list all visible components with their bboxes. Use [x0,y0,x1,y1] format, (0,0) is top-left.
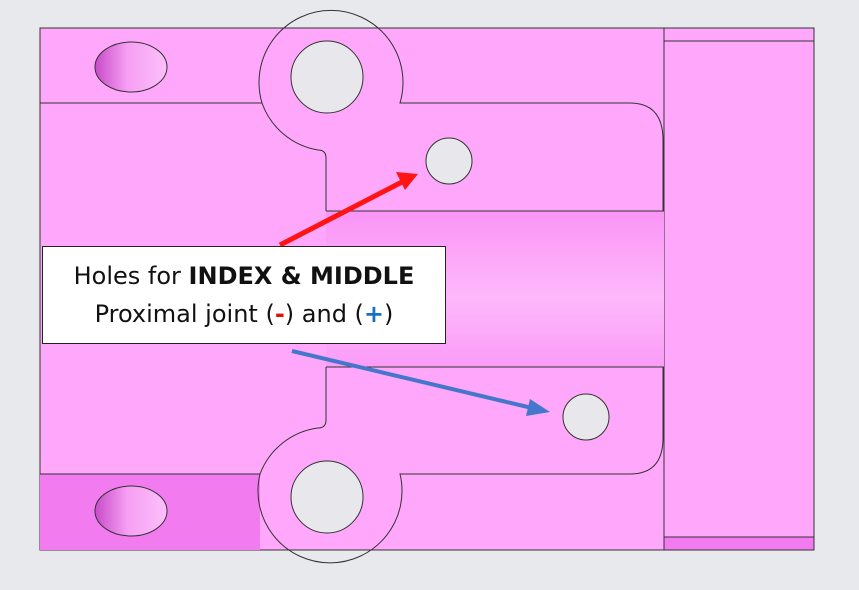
callout-line-1-bold: INDEX & MIDDLE [188,262,415,290]
minus-sign: - [274,300,285,328]
callout-line-2-prefix: Proximal joint ( [94,300,275,328]
top-large-hole [290,40,364,114]
top-left-slot [94,41,168,93]
right-block [663,27,815,551]
callout-line-2-suffix: ) [384,300,394,328]
callout-line-1-prefix: Holes for [73,262,189,290]
callout-line-2: Proximal joint (-) and (+) [95,295,394,333]
bottom-left-slot [94,485,168,537]
positive-joint-hole [562,393,610,441]
callout-line-2-mid: ) and ( [284,300,364,328]
negative-joint-hole [425,137,473,185]
bottom-large-hole [290,460,364,534]
callout-line-1: Holes for INDEX & MIDDLE [74,257,415,295]
callout-label: Holes for INDEX & MIDDLE Proximal joint … [42,246,446,344]
plus-sign: + [363,300,385,328]
right-block-bottom-strip [663,536,815,551]
